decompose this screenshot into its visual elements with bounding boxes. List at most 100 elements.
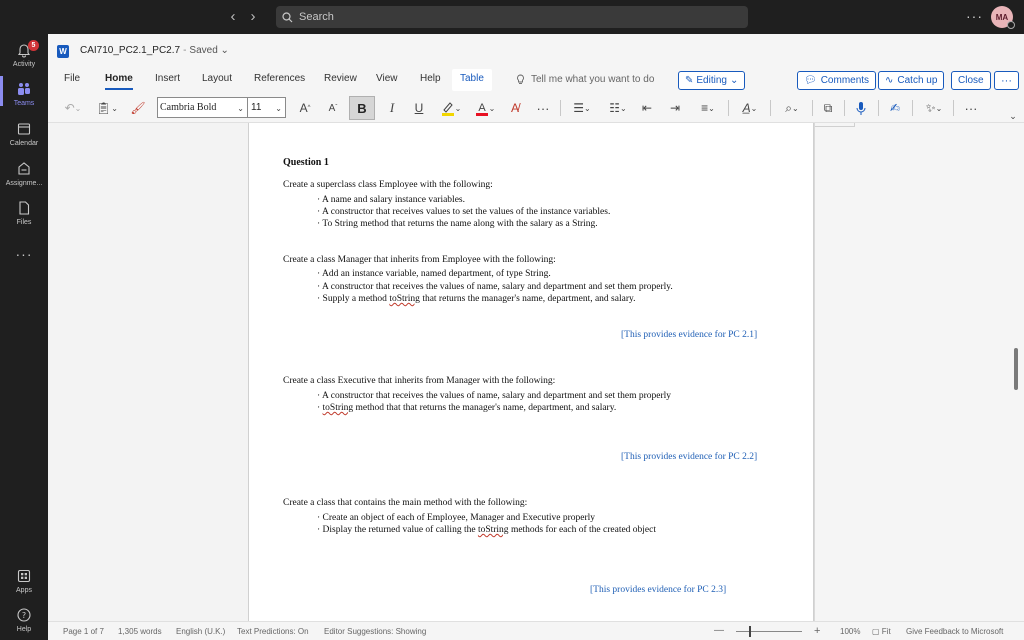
back-arrow-icon[interactable]: ‹ bbox=[226, 9, 240, 25]
indent-icon: ⇥ bbox=[669, 101, 681, 115]
tab-insert[interactable]: Insert bbox=[155, 73, 180, 84]
spelling-flag[interactable]: toString bbox=[478, 525, 509, 535]
rail-item-help[interactable]: ? Help bbox=[0, 607, 48, 633]
tell-me-text: Tell me what you want to do bbox=[531, 74, 655, 85]
tab-review[interactable]: Review bbox=[324, 73, 357, 84]
grow-font-button[interactable]: A ^ bbox=[296, 98, 314, 118]
presence-status-icon bbox=[1007, 21, 1015, 29]
spelling-flag[interactable]: toString bbox=[323, 403, 354, 413]
styles-button[interactable]: A̲ ⌄ bbox=[736, 98, 764, 118]
top-bar: ‹ › Search ··· MA bbox=[0, 0, 1024, 34]
styles-icon: A̲ bbox=[742, 101, 751, 115]
word-app-icon: W bbox=[57, 45, 69, 58]
chevron-down-icon: ⌄ bbox=[729, 75, 739, 86]
svg-text:A: A bbox=[478, 102, 486, 114]
document-title[interactable]: CAI710_PC2.1_PC2.7- Saved ⌄ bbox=[80, 45, 229, 56]
vertical-scrollbar-thumb[interactable] bbox=[1014, 348, 1018, 390]
rail-more-button[interactable]: ··· bbox=[0, 246, 48, 262]
editor-suggestions-status[interactable]: Editor Suggestions: Showing bbox=[324, 627, 426, 636]
bullets-button[interactable]: ☰ ⌄ bbox=[568, 98, 596, 118]
divider bbox=[560, 100, 561, 116]
search-input[interactable]: Search bbox=[276, 6, 748, 28]
rail-item-apps[interactable]: Apps bbox=[0, 568, 48, 594]
rail-item-activity[interactable]: Activity 5 bbox=[0, 40, 48, 68]
dictate-button[interactable] bbox=[851, 98, 871, 118]
tab-references[interactable]: References bbox=[254, 73, 305, 84]
more-font-options-button[interactable]: ··· bbox=[533, 98, 553, 118]
pencil-icon: ✎ bbox=[685, 75, 694, 86]
find-button[interactable]: ⌕ ⌄ bbox=[778, 98, 806, 118]
zoom-slider-thumb[interactable] bbox=[749, 626, 751, 637]
feedback-link[interactable]: Give Feedback to Microsoft bbox=[906, 627, 1003, 636]
comments-label: Comments bbox=[820, 75, 870, 86]
language-indicator[interactable]: English (U.K.) bbox=[176, 627, 225, 636]
section4-bullet-1: Create an object of each of Employee, Ma… bbox=[322, 513, 596, 523]
word-count[interactable]: 1,305 words bbox=[118, 627, 162, 636]
text-predictions-status[interactable]: Text Predictions: On bbox=[237, 627, 309, 636]
editing-mode-button[interactable]: ✎ Editing ⌄ bbox=[678, 71, 746, 90]
section4-bullet-2-post: methods for each of the created object bbox=[508, 525, 657, 535]
ribbon-more-button[interactable]: ··· bbox=[994, 71, 1019, 90]
toolbar-overflow-button[interactable]: ··· bbox=[960, 98, 982, 118]
chevron-down-icon: ⌄ bbox=[275, 104, 282, 113]
catch-up-button[interactable]: ∿ Catch up bbox=[878, 71, 945, 90]
close-button[interactable]: Close bbox=[951, 71, 991, 90]
designer-button[interactable]: ✨︎ ⌄ bbox=[920, 98, 948, 118]
tab-table[interactable]: Table bbox=[452, 69, 492, 91]
font-name-dropdown[interactable]: Cambria Bold ⌄ bbox=[157, 97, 248, 118]
margin-marker bbox=[815, 123, 855, 127]
rail-item-assignments[interactable]: Assignme... bbox=[0, 161, 48, 187]
tell-me-search[interactable]: Tell me what you want to do bbox=[516, 74, 654, 85]
align-button[interactable]: ≡ ⌄ bbox=[694, 98, 722, 118]
zoom-in-button[interactable]: + bbox=[814, 625, 820, 637]
tab-layout[interactable]: Layout bbox=[202, 73, 232, 84]
magic-wand-icon: ✨︎ bbox=[925, 100, 936, 115]
font-color-icon: A bbox=[475, 102, 488, 116]
help-icon: ? bbox=[17, 608, 31, 622]
divider bbox=[844, 100, 845, 116]
section2-bullet-2: A constructor that receives the values o… bbox=[322, 282, 673, 292]
format-painter-button[interactable]: 🖌︎ bbox=[128, 98, 148, 118]
editor-button[interactable]: ✍︎ bbox=[885, 98, 905, 118]
decrease-indent-button[interactable]: ⇤ bbox=[637, 98, 657, 118]
zoom-out-button[interactable]: — bbox=[714, 625, 724, 636]
section2-intro: Create a class Manager that inherits fro… bbox=[283, 255, 556, 265]
undo-button[interactable]: ↶ ⌄ bbox=[60, 98, 86, 118]
tab-home[interactable]: Home bbox=[105, 73, 133, 84]
bold-button[interactable]: B bbox=[349, 96, 375, 120]
clear-formatting-icon: A̸ bbox=[510, 101, 519, 115]
rail-item-teams[interactable]: Teams bbox=[0, 81, 48, 107]
font-size-dropdown[interactable]: 11 ⌄ bbox=[248, 97, 286, 118]
right-margin-pane bbox=[814, 123, 1024, 621]
font-color-button[interactable]: A ⌄ bbox=[471, 98, 499, 118]
reuse-files-button[interactable]: ⧉ bbox=[818, 98, 838, 118]
spelling-flag[interactable]: toString bbox=[389, 294, 420, 304]
paste-button[interactable]: 📋︎ ⌄ bbox=[94, 98, 120, 118]
align-icon: ≡ bbox=[701, 101, 709, 115]
settings-more-button[interactable]: ··· bbox=[966, 8, 983, 24]
page-count[interactable]: Page 1 of 7 bbox=[63, 627, 104, 636]
underline-button[interactable]: U bbox=[410, 98, 428, 118]
section3-bullet-1: A constructor that receives the values o… bbox=[322, 391, 672, 401]
increase-indent-button[interactable]: ⇥ bbox=[665, 98, 685, 118]
rail-item-calendar[interactable]: Calendar bbox=[0, 121, 48, 147]
rail-label-files: Files bbox=[16, 219, 32, 226]
forward-arrow-icon[interactable]: › bbox=[246, 9, 260, 25]
fit-button[interactable]: ▢ Fit bbox=[872, 627, 891, 636]
italic-button[interactable]: I bbox=[383, 98, 401, 118]
highlight-button[interactable]: ⌄ bbox=[437, 98, 465, 118]
comments-button[interactable]: 💬︎ Comments bbox=[797, 71, 877, 90]
rail-item-files[interactable]: Files bbox=[0, 200, 48, 226]
tab-help[interactable]: Help bbox=[420, 73, 441, 84]
clear-formatting-button[interactable]: A̸ bbox=[505, 98, 525, 118]
tab-view[interactable]: View bbox=[376, 73, 398, 84]
document-page[interactable]: Question 1 Create a superclass class Emp… bbox=[248, 123, 814, 621]
section4-bullet-2-pre: Display the returned value of calling th… bbox=[322, 525, 478, 535]
pulse-icon: ∿ bbox=[885, 75, 894, 86]
zoom-slider[interactable] bbox=[736, 631, 802, 632]
numbering-button[interactable]: ☷ ⌄ bbox=[604, 98, 632, 118]
zoom-level[interactable]: 100% bbox=[840, 627, 860, 636]
shrink-font-button[interactable]: Aˇ bbox=[324, 98, 342, 118]
section4-intro: Create a class that contains the main me… bbox=[283, 498, 528, 508]
tab-file[interactable]: File bbox=[64, 73, 80, 84]
